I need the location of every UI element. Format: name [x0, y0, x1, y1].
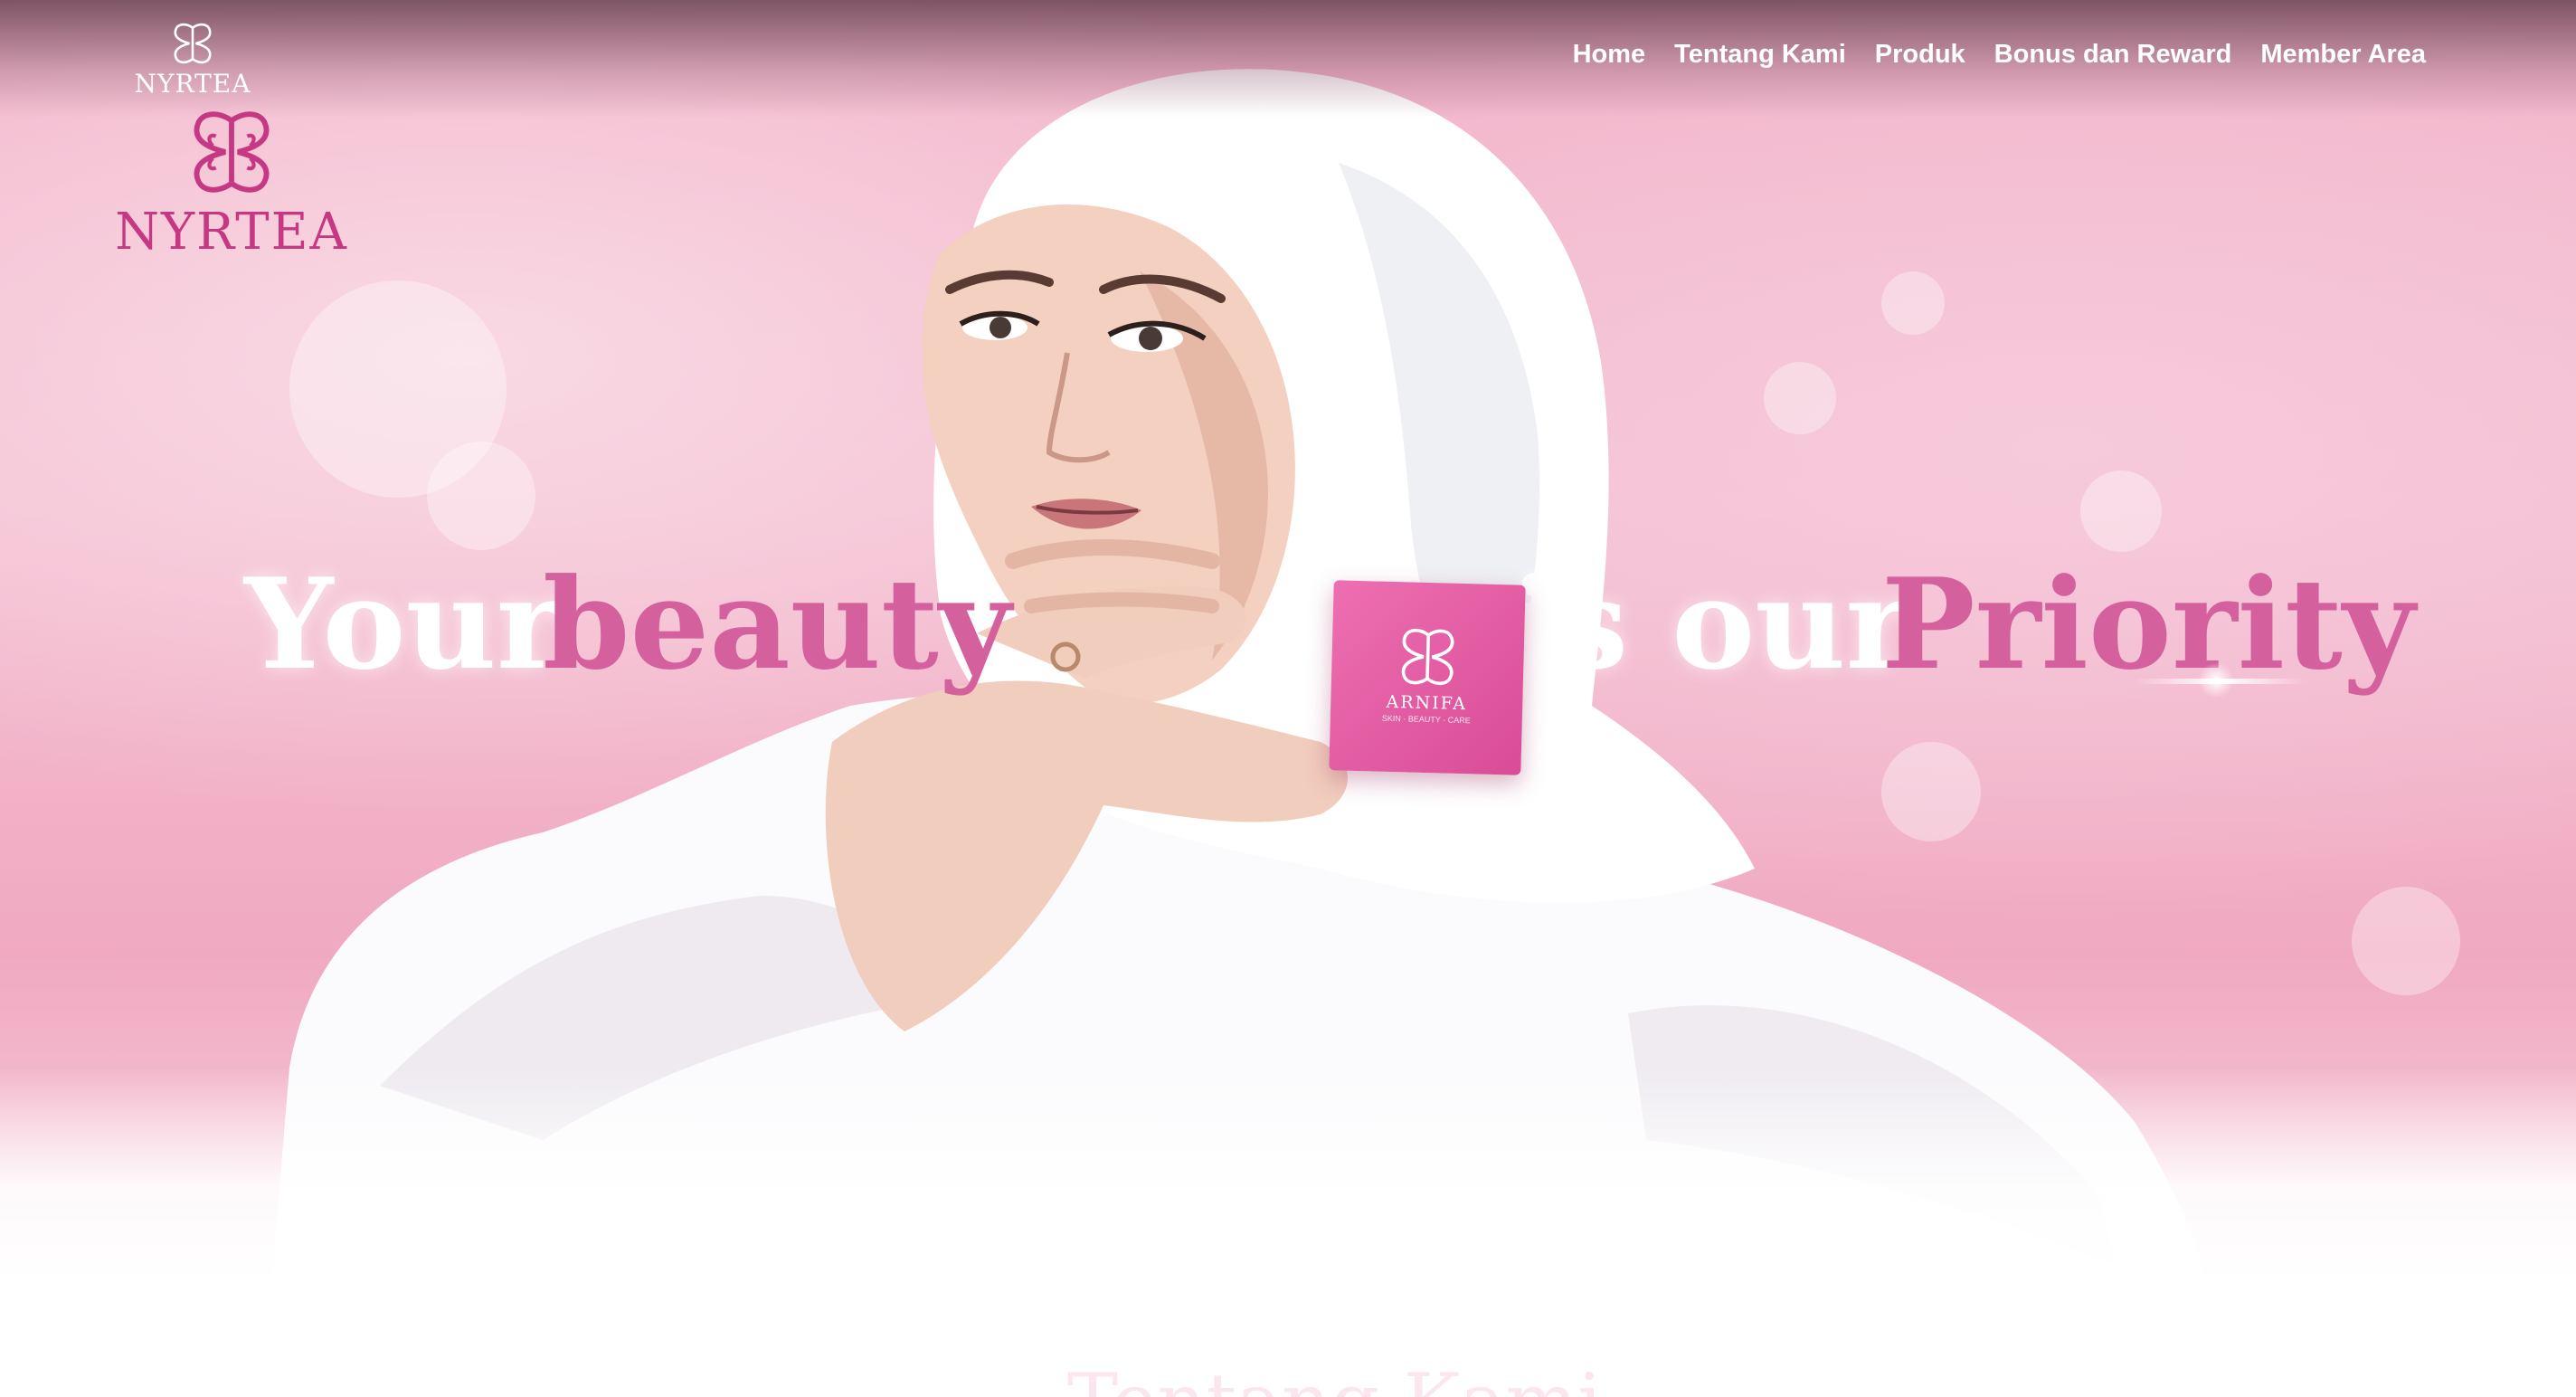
- hero-bottom-fade: [0, 1068, 2576, 1276]
- header-logo[interactable]: NYRTEA: [134, 20, 251, 99]
- butterfly-logo-icon: [1401, 629, 1454, 686]
- nav-tentang-kami[interactable]: Tentang Kami: [1674, 40, 1846, 70]
- butterfly-logo-icon: [174, 23, 212, 64]
- brand-logo: NYRTEA: [114, 105, 349, 261]
- nav-produk[interactable]: Produk: [1875, 40, 1965, 70]
- nav-home[interactable]: Home: [1573, 40, 1646, 70]
- section-title: Tentang Kami: [1067, 1357, 1602, 1397]
- header-logo-text: NYRTEA: [134, 69, 251, 99]
- hero-headline: Your beauty is our Priority: [244, 543, 2415, 706]
- headline-word-beauty: beauty: [543, 550, 1011, 698]
- brand-logo-text: NYRTEA: [115, 203, 348, 261]
- nav-member-area[interactable]: Member Area: [2260, 40, 2426, 70]
- lens-flare-dot: [2198, 662, 2234, 698]
- nav-bonus-dan-reward[interactable]: Bonus dan Reward: [1994, 40, 2232, 70]
- headline-word-your: Your: [244, 550, 563, 698]
- headline-word-is-our: is our: [1511, 550, 1912, 698]
- hero-banner: Your beauty is our Priority ARNIFA SKIN …: [0, 0, 2576, 1276]
- product-box: ARNIFA SKIN · BEAUTY · CARE: [1329, 580, 1526, 775]
- main-navigation: Home Tentang Kami Produk Bonus dan Rewar…: [1573, 40, 2426, 70]
- product-brand: ARNIFA: [1386, 691, 1468, 715]
- butterfly-logo-icon: [194, 111, 270, 193]
